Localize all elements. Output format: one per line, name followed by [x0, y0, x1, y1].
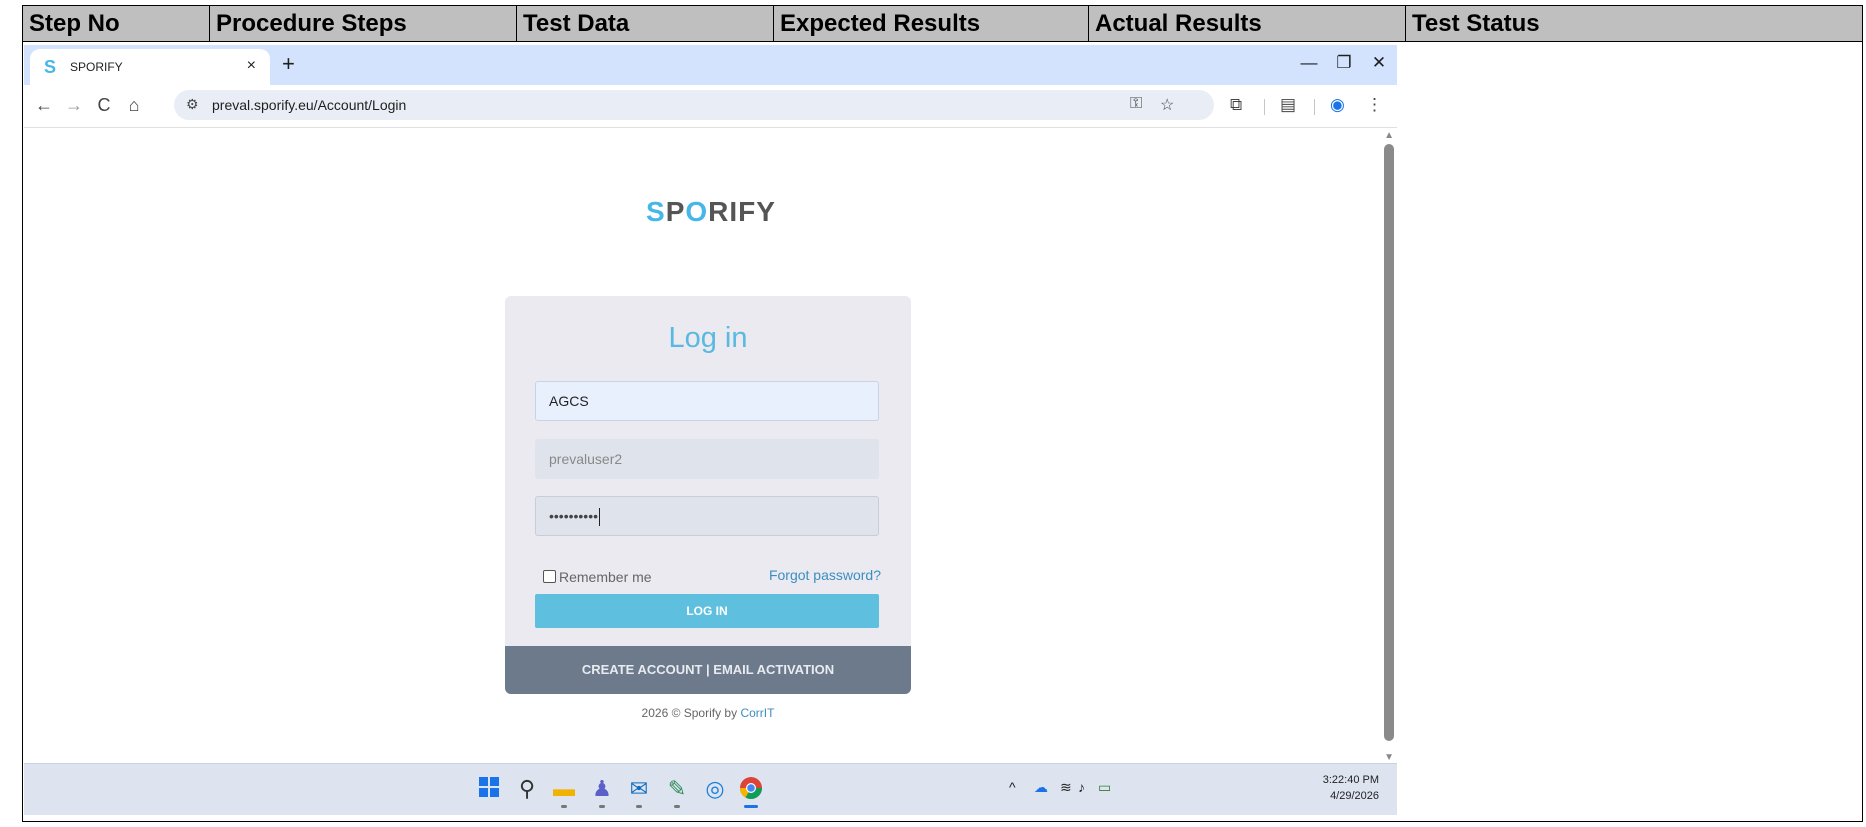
table-header-row: Step No Procedure Steps Test Data Expect…	[23, 6, 1862, 42]
restore-button[interactable]: ❐	[1329, 53, 1359, 73]
chevron-up-icon[interactable]: ^	[1009, 779, 1016, 795]
url-text[interactable]: preval.sporify.eu/Account/Login	[212, 97, 406, 113]
sporify-logo: SPORIFY	[646, 196, 776, 227]
toolbar-divider	[1314, 99, 1315, 115]
tab-title: SPORIFY	[70, 60, 123, 74]
toolbar-divider	[1264, 99, 1265, 115]
bookmark-star-icon[interactable]: ☆	[1160, 95, 1174, 115]
notepad-icon[interactable]: ✎	[664, 776, 690, 808]
corrit-link[interactable]: CorrIT	[740, 706, 774, 720]
onedrive-icon[interactable]: ☁	[1034, 779, 1048, 796]
password-key-icon[interactable]: ⚿	[1130, 95, 1142, 113]
teams-icon[interactable]: ♟	[589, 776, 615, 808]
edge-icon[interactable]: ◎	[702, 776, 728, 802]
forward-button[interactable]: →	[62, 95, 86, 116]
login-title: Log in	[668, 322, 748, 354]
home-button[interactable]: ⌂	[122, 95, 146, 116]
site-info-icon[interactable]: ⚙	[186, 96, 199, 113]
page-viewport: SPORIFY Log in AGCS prevaluser2 ••••••••…	[24, 128, 1397, 763]
login-button[interactable]: LOG IN	[535, 594, 879, 628]
clock-date: 4/29/2026	[1330, 790, 1379, 802]
menu-icon[interactable]: ⋮	[1366, 95, 1383, 115]
col-procedure-steps: Procedure Steps	[210, 6, 517, 41]
profile-icon[interactable]: ◉	[1330, 95, 1345, 115]
login-card: Log in AGCS prevaluser2 •••••••••• Remem…	[505, 296, 911, 694]
windows-taskbar: ⚲ ▬ ♟ ✉ ✎ ◎ ^ ☁ ≋ ♪ ▭ 3:22:40 PM 4/29/20…	[24, 763, 1397, 815]
sporify-favicon-icon: S	[44, 57, 57, 77]
new-tab-button[interactable]: +	[282, 51, 295, 77]
browser-screenshot: S SPORIFY × + — ❐ ✕ ← → C ⌂ ⚙ preval.spo…	[24, 45, 1397, 815]
col-expected-results: Expected Results	[774, 6, 1089, 41]
scroll-up-arrow-icon[interactable]: ▲	[1384, 130, 1394, 141]
username-field[interactable]: prevaluser2	[535, 439, 879, 479]
remember-me[interactable]: Remember me	[543, 569, 652, 585]
wifi-icon[interactable]: ≋	[1060, 779, 1072, 796]
search-icon[interactable]: ⚲	[514, 776, 540, 802]
battery-icon[interactable]: ▭	[1098, 779, 1111, 796]
text-caret	[599, 508, 601, 527]
tenant-field[interactable]: AGCS	[535, 381, 879, 421]
account-links-bar[interactable]: CREATE ACCOUNT | EMAIL ACTIVATION	[505, 646, 911, 694]
reading-mode-icon[interactable]: ▤	[1280, 95, 1296, 115]
file-explorer-icon[interactable]: ▬	[551, 776, 577, 808]
chrome-icon[interactable]	[738, 776, 764, 808]
extensions-icon[interactable]: ⧉	[1230, 95, 1242, 115]
col-step-no: Step No	[23, 6, 210, 41]
password-field[interactable]: ••••••••••	[535, 496, 879, 536]
close-window-button[interactable]: ✕	[1364, 53, 1394, 73]
col-test-status: Test Status	[1412, 10, 1540, 37]
tab-close-icon[interactable]: ×	[247, 57, 256, 75]
minimize-button[interactable]: —	[1294, 53, 1324, 73]
back-button[interactable]: ←	[32, 95, 56, 116]
volume-icon[interactable]: ♪	[1078, 779, 1085, 795]
system-clock[interactable]: 3:22:40 PM 4/29/2026	[1323, 772, 1379, 804]
clock-time: 3:22:40 PM	[1322, 774, 1379, 786]
col-actual-results: Actual Results	[1089, 6, 1406, 41]
address-toolbar: ← → C ⌂ ⚙ preval.sporify.eu/Account/Logi…	[24, 85, 1397, 128]
remember-me-checkbox[interactable]	[543, 570, 556, 583]
outlook-icon[interactable]: ✉	[626, 776, 652, 808]
scroll-thumb[interactable]	[1384, 144, 1394, 741]
browser-tab[interactable]: S SPORIFY ×	[30, 49, 270, 85]
tab-bar: S SPORIFY × + — ❐ ✕	[24, 45, 1397, 85]
omnibox[interactable]: ⚙ preval.sporify.eu/Account/Login ⚿ ☆	[174, 90, 1214, 120]
copyright-text: 2026 © Sporify by	[641, 706, 741, 720]
forgot-password-link[interactable]: Forgot password?	[769, 567, 881, 583]
reload-button[interactable]: C	[92, 95, 116, 116]
copyright: 2026 © Sporify by CorrIT	[505, 706, 911, 720]
scrollbar[interactable]: ▲ ▼	[1381, 128, 1397, 763]
col-test-data: Test Data	[517, 6, 774, 41]
remember-me-label: Remember me	[559, 569, 652, 585]
windows-start-icon[interactable]	[476, 776, 502, 802]
password-mask: ••••••••••	[549, 508, 599, 524]
scroll-down-arrow-icon[interactable]: ▼	[1384, 752, 1394, 763]
